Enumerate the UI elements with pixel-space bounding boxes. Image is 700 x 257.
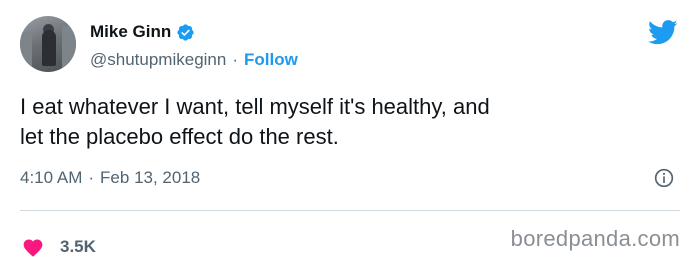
tweet-time: 4:10 AM (20, 168, 83, 187)
author-handle[interactable]: @shutupmikeginn (90, 50, 226, 70)
separator: · (232, 50, 239, 69)
avatar[interactable] (20, 16, 76, 72)
timestamp[interactable]: 4:10 AM · Feb 13, 2018 (20, 168, 200, 188)
tweet-text: I eat whatever I want, tell myself it's … (20, 92, 660, 152)
watermark: boredpanda.com (510, 226, 680, 251)
twitter-bird-icon[interactable] (648, 20, 678, 45)
info-icon[interactable] (654, 168, 674, 188)
tweet-line-2: let the placebo effect do the rest. (20, 124, 339, 149)
separator: · (88, 168, 95, 187)
like-button[interactable]: 3.5K (22, 237, 96, 257)
author-name-row: Mike Ginn (90, 22, 195, 42)
tweet-date: Feb 13, 2018 (100, 168, 201, 187)
tweet-line-1: I eat whatever I want, tell myself it's … (20, 94, 490, 119)
divider (20, 210, 680, 211)
follow-button[interactable]: Follow (244, 50, 298, 70)
author-name[interactable]: Mike Ginn (90, 22, 171, 42)
like-count: 3.5K (60, 237, 96, 256)
heart-icon (23, 239, 43, 257)
handle-row: @shutupmikeginn · Follow (90, 50, 298, 70)
verified-badge-icon (177, 23, 194, 41)
